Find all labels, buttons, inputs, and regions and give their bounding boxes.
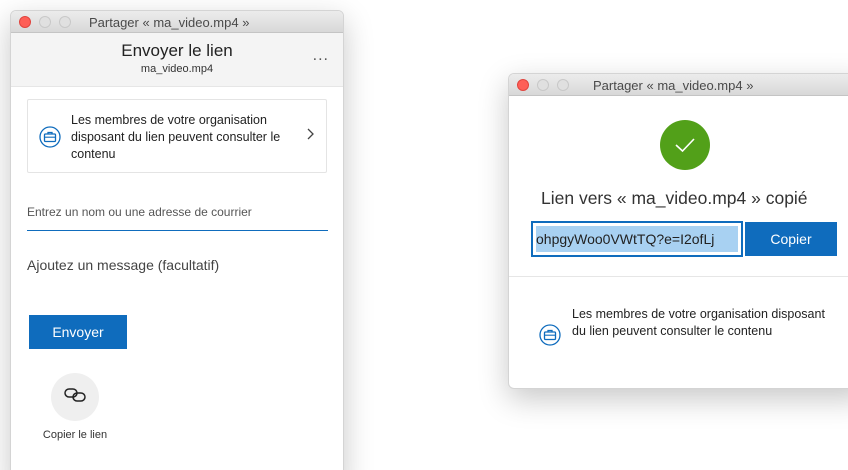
maximize-window-button[interactable]	[557, 79, 569, 91]
permission-description: Les membres de votre organisation dispos…	[572, 307, 825, 338]
minimize-window-button[interactable]	[537, 79, 549, 91]
dialog-title: Envoyer le lien	[121, 41, 233, 60]
send-link-window: Partager « ma_video.mp4 » Envoyer le lie…	[10, 10, 344, 470]
checkmark-icon	[660, 120, 710, 170]
dialog-header: Envoyer le lien ma_video.mp4 ...	[11, 33, 343, 87]
window-title: Partager « ma_video.mp4 »	[89, 15, 250, 30]
permission-description: Les membres de votre organisation dispos…	[71, 113, 281, 161]
briefcase-icon	[39, 126, 61, 153]
minimize-window-button[interactable]	[39, 16, 51, 28]
message-input[interactable]	[27, 254, 328, 276]
send-button[interactable]: Envoyer	[29, 315, 127, 349]
titlebar[interactable]: Partager « ma_video.mp4 »	[11, 11, 343, 33]
close-window-button[interactable]	[19, 16, 31, 28]
link-icon	[63, 386, 87, 409]
window-title: Partager « ma_video.mp4 »	[593, 78, 754, 93]
divider	[509, 276, 848, 277]
briefcase-icon	[539, 324, 561, 351]
titlebar[interactable]: Partager « ma_video.mp4 »	[509, 74, 848, 96]
copy-link-label: Copier le lien	[42, 429, 108, 441]
copy-link-circle[interactable]	[51, 373, 99, 421]
close-window-button[interactable]	[517, 79, 529, 91]
link-url-text[interactable]: ohpgyWoo0VWtTQ?e=I2ofLj	[536, 226, 738, 252]
copy-link-button[interactable]: Copier le lien	[35, 373, 115, 441]
link-permission-settings[interactable]: Les membres de votre organisation dispos…	[27, 99, 327, 173]
more-options-button[interactable]: ...	[313, 47, 329, 65]
copy-button[interactable]: Copier	[745, 222, 837, 256]
link-url-field[interactable]: ohpgyWoo0VWtTQ?e=I2ofLj	[531, 221, 743, 257]
chevron-right-icon	[306, 126, 316, 147]
recipient-email-input[interactable]	[27, 201, 328, 231]
link-copied-window: Partager « ma_video.mp4 » Lien vers « ma…	[508, 73, 848, 389]
maximize-window-button[interactable]	[59, 16, 71, 28]
link-copied-message: Lien vers « ma_video.mp4 » copié	[541, 188, 808, 208]
file-name: ma_video.mp4	[140, 63, 214, 75]
